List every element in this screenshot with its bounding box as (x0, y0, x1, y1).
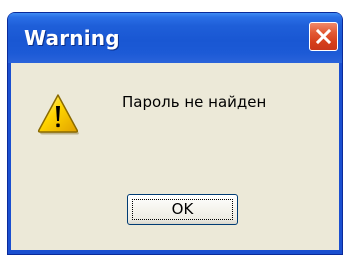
warning-dialog: Warning Пароль не найден OK (8, 13, 342, 254)
ok-button[interactable]: OK (127, 194, 238, 225)
ok-button-label: OK (171, 200, 194, 218)
close-button[interactable] (309, 22, 338, 51)
dialog-title: Warning (24, 26, 120, 50)
close-icon (315, 28, 332, 45)
dialog-body: Пароль не найден OK (11, 63, 339, 250)
title-bar[interactable]: Warning (8, 13, 342, 63)
warning-icon (37, 94, 79, 135)
message-text: Пароль не найден (122, 93, 267, 111)
